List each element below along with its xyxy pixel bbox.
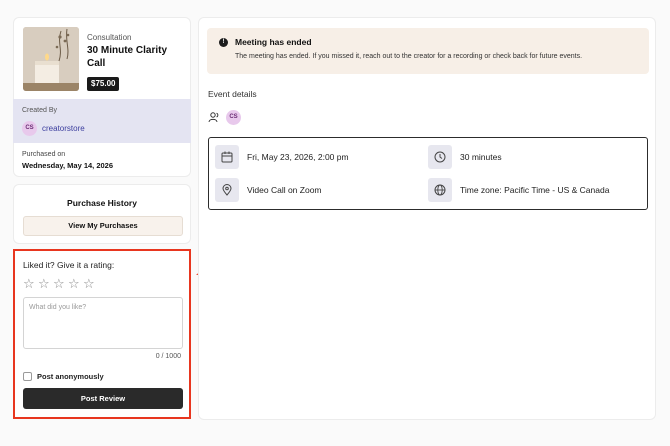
event-duration: 30 minutes bbox=[460, 152, 502, 162]
event-timezone: Time zone: Pacific Time - US & Canada bbox=[460, 185, 610, 195]
star-icon[interactable]: ☆ bbox=[53, 277, 66, 291]
alert-title: Meeting has ended bbox=[235, 37, 312, 47]
review-textarea[interactable] bbox=[23, 297, 183, 349]
creator-link[interactable]: creatorstore bbox=[42, 124, 85, 133]
meeting-ended-alert: ! Meeting has ended The meeting has ende… bbox=[207, 28, 649, 74]
purchase-history-title: Purchase History bbox=[67, 198, 137, 208]
price-badge: $75.00 bbox=[87, 77, 120, 91]
globe-icon bbox=[428, 178, 452, 202]
product-title: 30 Minute Clarity Call bbox=[87, 45, 168, 69]
anonymous-label: Post anonymously bbox=[37, 372, 104, 381]
star-rating: ☆ ☆ ☆ ☆ ☆ bbox=[23, 275, 98, 291]
event-details-label: Event details bbox=[208, 89, 257, 99]
post-review-button[interactable]: Post Review bbox=[23, 388, 183, 409]
rating-prompt: Liked it? Give it a rating: bbox=[23, 260, 115, 270]
event-date-time: Fri, May 23, 2026, 2:00 pm bbox=[247, 152, 349, 162]
product-thumbnail bbox=[23, 27, 79, 91]
star-icon[interactable]: ☆ bbox=[68, 277, 81, 291]
host-avatar: CS bbox=[226, 110, 241, 125]
star-icon[interactable]: ☆ bbox=[38, 277, 51, 291]
rating-form: Liked it? Give it a rating: ☆☆☆☆☆ 0 / 10… bbox=[13, 249, 191, 419]
alert-message: The meeting has ended. If you missed it,… bbox=[235, 53, 583, 60]
purchased-date: Wednesday, May 14, 2026 bbox=[22, 161, 114, 170]
star-icon[interactable]: ☆ bbox=[23, 277, 36, 291]
anonymous-checkbox[interactable] bbox=[23, 372, 32, 381]
location-pin-icon bbox=[215, 178, 239, 202]
event-details-box: Fri, May 23, 2026, 2:00 pm 30 minutes Vi… bbox=[208, 137, 648, 210]
purchase-history-card: Purchase History View My Purchases bbox=[13, 184, 191, 244]
event-location: Video Call on Zoom bbox=[247, 185, 322, 195]
info-icon: ! bbox=[219, 38, 228, 47]
candle-image-icon bbox=[23, 27, 79, 91]
star-icon[interactable]: ☆ bbox=[83, 277, 96, 291]
purchased-on-label: Purchased on bbox=[22, 151, 66, 158]
view-purchases-button[interactable]: View My Purchases bbox=[23, 216, 183, 236]
attendees-icon bbox=[208, 112, 219, 123]
event-panel: ! Meeting has ended The meeting has ende… bbox=[198, 17, 656, 420]
character-count: 0 / 1000 bbox=[155, 353, 181, 360]
calendar-icon bbox=[215, 145, 239, 169]
clock-icon bbox=[428, 145, 452, 169]
creator-avatar: CS bbox=[22, 121, 37, 136]
product-kind: Consultation bbox=[87, 33, 132, 42]
creator-section: Created By CS creatorstore bbox=[13, 99, 191, 143]
created-by-label: Created By bbox=[22, 107, 58, 114]
